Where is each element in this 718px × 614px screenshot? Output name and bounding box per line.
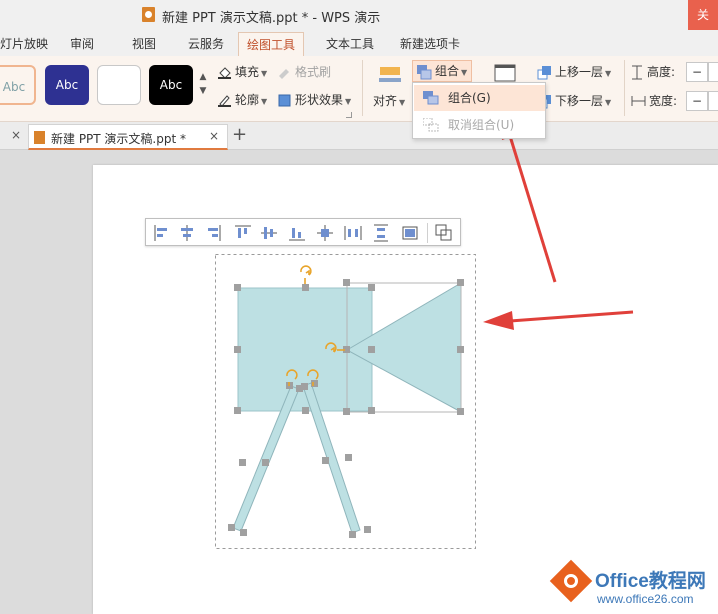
ungroup-icon xyxy=(423,118,439,132)
menu-item-group-label: 组合(G) xyxy=(448,91,491,105)
drawing-overlay xyxy=(215,104,634,549)
office-logo-mark xyxy=(564,574,578,588)
watermark: Office教程网 www.office26.com xyxy=(549,559,718,613)
watermark-brand: Office教程网 xyxy=(595,571,706,592)
group-icon xyxy=(423,91,439,105)
menu-item-group[interactable]: 组合(G) xyxy=(414,85,545,111)
watermark-url: www.office26.com xyxy=(597,592,694,606)
menu-item-ungroup-label: 取消组合(U) xyxy=(448,118,515,132)
group-dropdown-menu: 组合(G) 取消组合(U) xyxy=(412,82,546,139)
menu-item-ungroup[interactable]: 取消组合(U) xyxy=(414,112,545,138)
